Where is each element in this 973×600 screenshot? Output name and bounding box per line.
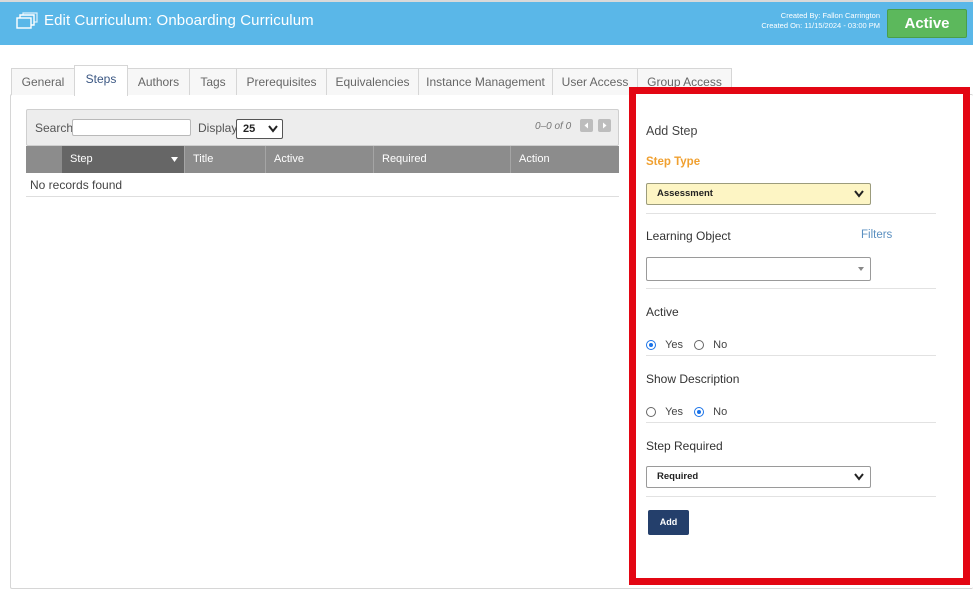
tab-general[interactable]: General bbox=[11, 68, 75, 95]
add-step-form: Add Step Step Type Assessment Learning O… bbox=[629, 87, 970, 585]
column-header-required[interactable]: Required bbox=[373, 146, 510, 173]
display-value: 25 bbox=[243, 123, 256, 135]
active-no-label: No bbox=[713, 339, 728, 351]
step-type-label: Step Type bbox=[646, 156, 701, 168]
search-input[interactable] bbox=[72, 119, 191, 136]
tab-steps[interactable]: Steps bbox=[74, 65, 128, 96]
active-label: Active bbox=[646, 305, 679, 319]
divider bbox=[646, 288, 936, 289]
status-button[interactable]: Active bbox=[887, 9, 967, 38]
chevron-down-icon bbox=[854, 473, 864, 481]
created-on: Created On: 11/15/2024 - 03:00 PM bbox=[761, 21, 880, 30]
empty-message: No records found bbox=[26, 173, 619, 197]
divider bbox=[646, 355, 936, 356]
add-button[interactable]: Add bbox=[648, 510, 689, 535]
step-type-select[interactable]: Assessment bbox=[646, 183, 871, 205]
learning-object-select[interactable] bbox=[646, 257, 871, 281]
caret-down-icon bbox=[858, 267, 864, 271]
tab-instance-management[interactable]: Instance Management bbox=[418, 68, 553, 95]
column-header-active[interactable]: Active bbox=[265, 146, 373, 173]
form-heading: Add Step bbox=[646, 124, 698, 138]
arrow-left-icon bbox=[584, 122, 588, 129]
column-label: Step bbox=[70, 153, 93, 165]
tab-user-access[interactable]: User Access bbox=[552, 68, 638, 95]
page-title: Edit Curriculum: Onboarding Curriculum bbox=[44, 12, 314, 29]
active-radio-group: Yes No bbox=[646, 339, 727, 351]
show-description-no-label: No bbox=[713, 406, 728, 418]
tab-prerequisites[interactable]: Prerequisites bbox=[236, 68, 327, 95]
chevron-down-icon bbox=[268, 125, 278, 133]
chevron-down-icon bbox=[854, 190, 864, 198]
divider bbox=[646, 213, 936, 214]
step-required-label: Step Required bbox=[646, 439, 723, 453]
tab-tags[interactable]: Tags bbox=[189, 68, 237, 95]
column-header-step[interactable]: Step bbox=[62, 146, 184, 173]
arrow-right-icon bbox=[603, 122, 607, 129]
display-label: Display bbox=[198, 121, 238, 135]
grid-header: Step Title Active Required Action bbox=[26, 146, 619, 173]
tab-equivalencies[interactable]: Equivalencies bbox=[326, 68, 419, 95]
prev-page-button[interactable] bbox=[580, 119, 593, 132]
divider bbox=[646, 496, 936, 497]
active-no-radio[interactable] bbox=[694, 340, 705, 351]
show-description-yes-radio[interactable] bbox=[646, 407, 656, 418]
active-yes-radio[interactable] bbox=[646, 340, 656, 351]
divider bbox=[646, 422, 936, 423]
next-page-button[interactable] bbox=[598, 119, 611, 132]
step-required-value: Required bbox=[657, 471, 699, 482]
step-required-select[interactable]: Required bbox=[646, 466, 871, 488]
created-meta: Created By: Fallon Carrington Created On… bbox=[761, 11, 880, 31]
record-count: 0–0 of 0 bbox=[535, 121, 572, 132]
show-description-no-radio[interactable] bbox=[694, 407, 705, 418]
search-label: Search bbox=[35, 121, 74, 135]
step-type-value: Assessment bbox=[657, 188, 713, 199]
column-header-title[interactable]: Title bbox=[184, 146, 265, 173]
column-header-action[interactable]: Action bbox=[510, 146, 619, 173]
curriculum-icon bbox=[16, 12, 38, 29]
show-description-radio-group: Yes No bbox=[646, 406, 727, 418]
page-header: Edit Curriculum: Onboarding Curriculum C… bbox=[0, 0, 973, 45]
sort-down-icon bbox=[171, 157, 178, 162]
active-yes-label: Yes bbox=[665, 339, 684, 351]
show-description-label: Show Description bbox=[646, 372, 740, 386]
grid-toolbar: Search Display 25 0–0 of 0 bbox=[26, 109, 619, 146]
display-select[interactable]: 25 bbox=[236, 119, 283, 139]
tab-authors[interactable]: Authors bbox=[127, 68, 190, 95]
created-by: Created By: Fallon Carrington bbox=[780, 11, 880, 20]
learning-object-label: Learning Object bbox=[646, 229, 731, 243]
show-description-yes-label: Yes bbox=[665, 406, 684, 418]
filters-link[interactable]: Filters bbox=[861, 229, 892, 241]
